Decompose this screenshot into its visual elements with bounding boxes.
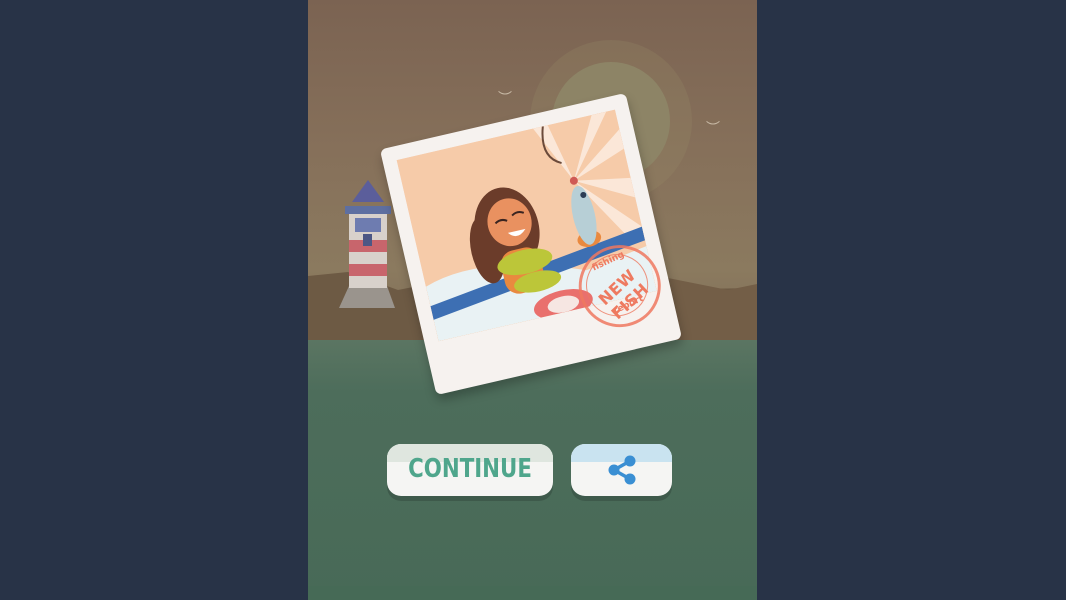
- continue-button-label: CONTINUE: [408, 454, 532, 484]
- continue-button[interactable]: CONTINUE: [387, 444, 553, 496]
- left-letterbox: [0, 0, 308, 600]
- share-icon: [608, 455, 636, 485]
- lighthouse: [339, 180, 395, 308]
- share-button[interactable]: [571, 444, 672, 496]
- bird-icon: ︶: [498, 91, 512, 107]
- sea-edge: [308, 586, 757, 600]
- bird-icon: ︶: [706, 121, 720, 137]
- right-letterbox: [757, 0, 1066, 600]
